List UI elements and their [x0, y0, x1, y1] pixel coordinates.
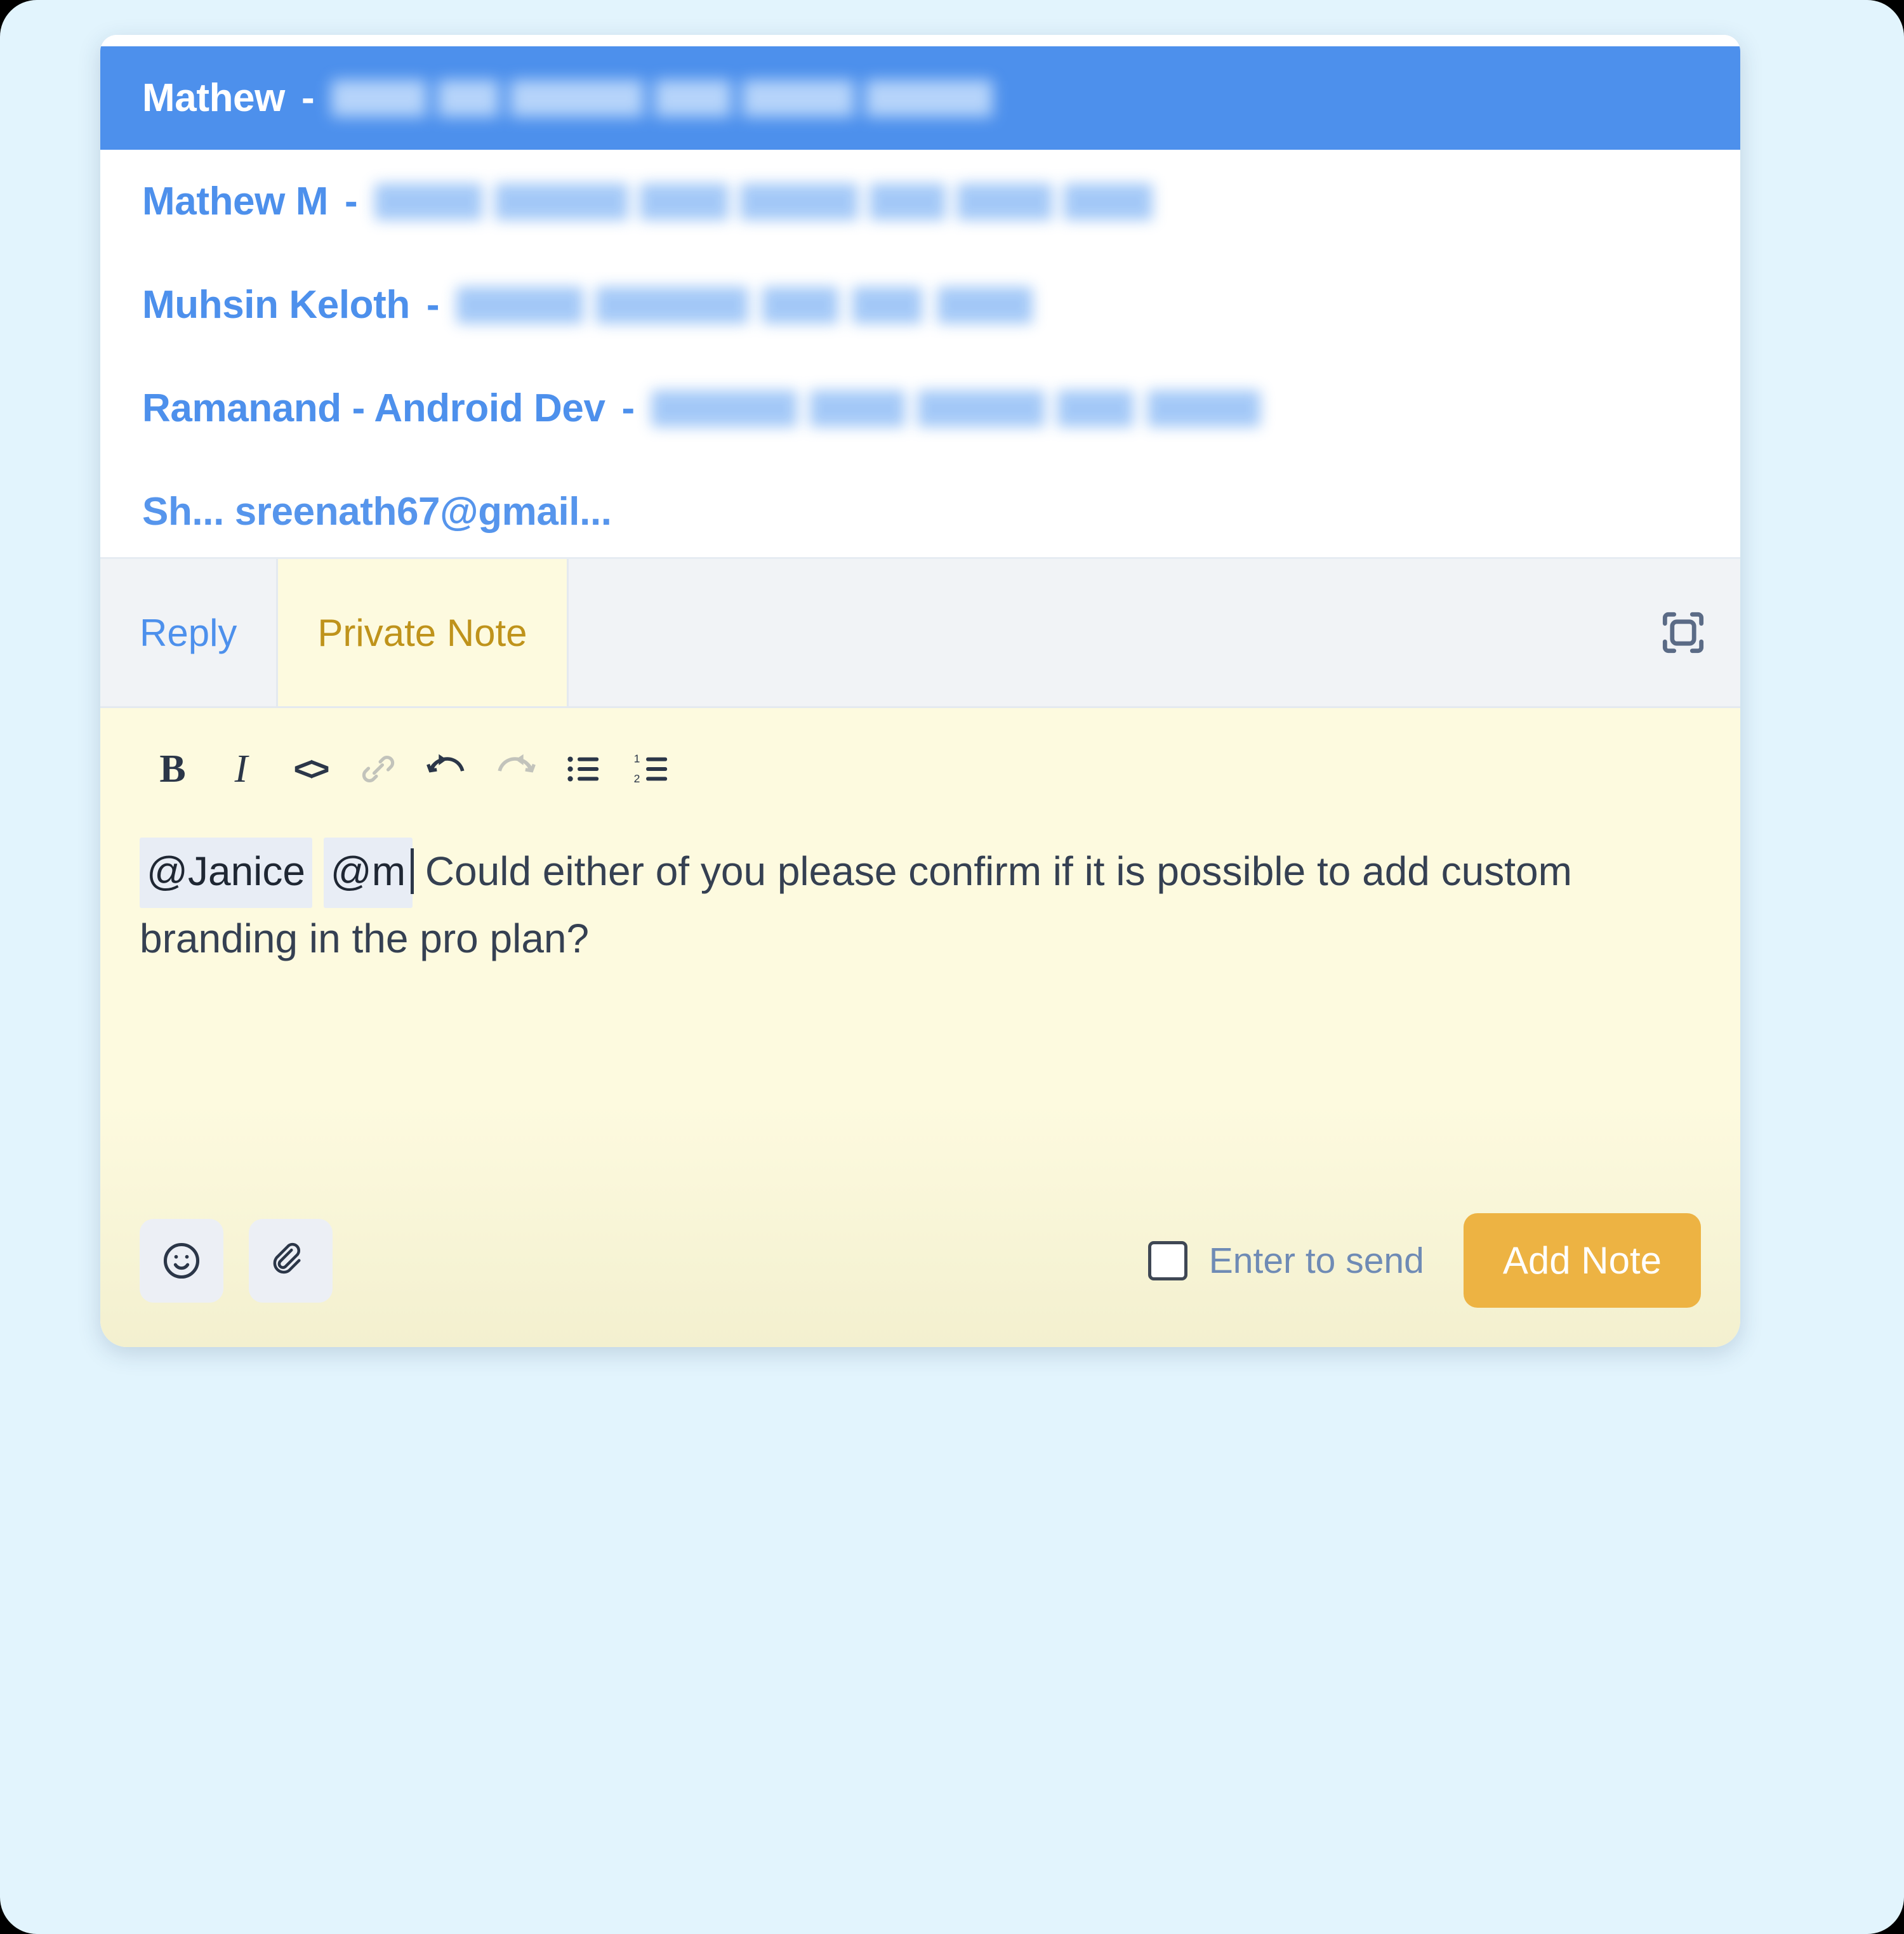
bold-icon[interactable]: B — [138, 735, 207, 803]
mention-suggestions-dropdown[interactable]: Mathew - Mathew M - Muhsin Keloth - Rama… — [100, 35, 1740, 559]
add-note-button[interactable]: Add Note — [1463, 1213, 1701, 1308]
enter-to-send-label: Enter to send — [1208, 1240, 1424, 1281]
bold-glyph: B — [159, 747, 186, 791]
tab-bar-spacer — [568, 559, 1626, 706]
mention-suggestion-item[interactable]: Mathew M - — [100, 150, 1740, 253]
paperclip-icon[interactable] — [249, 1218, 333, 1303]
undo-icon[interactable] — [413, 735, 481, 803]
expand-icon[interactable] — [1626, 559, 1740, 706]
mention-item-separator: - — [345, 180, 358, 223]
code-icon[interactable]: <> — [275, 735, 344, 803]
note-text-input[interactable]: @Janice @m Could either of you please co… — [100, 811, 1740, 1084]
mention-item-name: Sh... sreenath67@gmail... — [142, 490, 612, 534]
mention-suggestion-item[interactable]: Muhsin Keloth - — [100, 253, 1740, 357]
mention-item-name: Mathew — [142, 76, 285, 120]
text-caret — [411, 848, 414, 894]
page-canvas: Mathew - Mathew M - Muhsin Keloth - Rama… — [0, 0, 1904, 1934]
numbered-list-icon[interactable]: 1 2 — [618, 735, 687, 803]
bullet-list-icon[interactable] — [550, 735, 618, 803]
emoji-icon[interactable] — [140, 1218, 223, 1303]
mention-suggestion-item[interactable]: Ramanand - Android Dev - — [100, 357, 1740, 460]
tab-reply[interactable]: Reply — [100, 559, 279, 706]
italic-icon[interactable]: I — [207, 735, 275, 803]
mention-suggestion-item[interactable]: Sh... sreenath67@gmail... — [100, 460, 1740, 557]
svg-text:2: 2 — [634, 772, 640, 785]
enter-to-send-toggle[interactable]: Enter to send — [1147, 1240, 1424, 1282]
composer-tab-bar: Reply Private Note — [100, 559, 1740, 708]
mention-item-name: Ramanand - Android Dev — [142, 386, 605, 430]
private-note-editor: B I <> 1 2 @Janice @m Could either of yo… — [100, 708, 1740, 1347]
rich-text-format-toolbar: B I <> 1 2 — [100, 708, 1740, 811]
mention-item-email-redacted — [651, 390, 1261, 427]
mention-item-separator: - — [301, 76, 315, 120]
conversation-composer-panel: Mathew - Mathew M - Muhsin Keloth - Rama… — [100, 35, 1740, 1347]
mention-suggestion-item[interactable]: Mathew - — [100, 46, 1740, 150]
mention-item-separator: - — [426, 283, 440, 327]
mention-item-separator: - — [621, 386, 635, 430]
tab-private-note[interactable]: Private Note — [278, 559, 569, 706]
enter-to-send-checkbox[interactable] — [1147, 1240, 1187, 1280]
redo-icon[interactable] — [481, 735, 550, 803]
code-glyph: <> — [293, 750, 329, 788]
composer-action-bar: Enter to send Add Note — [100, 1213, 1740, 1347]
mention-item-name: Muhsin Keloth — [142, 283, 410, 327]
italic-glyph: I — [234, 747, 248, 791]
mention-item-name: Mathew M — [142, 180, 329, 223]
mention-chip-janice[interactable]: @Janice — [140, 838, 312, 909]
mention-item-email-redacted — [374, 183, 1155, 220]
mention-item-email-redacted — [456, 286, 1034, 324]
svg-text:1: 1 — [634, 753, 640, 765]
mention-chip-partial[interactable]: @m — [323, 838, 413, 909]
mention-item-email-redacted — [331, 79, 998, 117]
link-icon[interactable] — [344, 735, 413, 803]
